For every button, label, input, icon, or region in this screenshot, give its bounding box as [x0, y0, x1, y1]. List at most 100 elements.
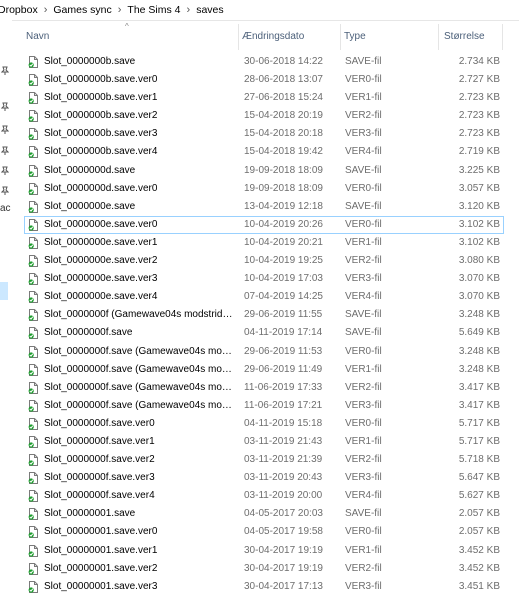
file-row[interactable]: Slot_0000000e.save.ver1 10-04-2019 20:21 V…: [24, 234, 504, 252]
column-divider[interactable]: [238, 24, 239, 50]
file-name: Slot_0000000b.save.ver1: [44, 92, 158, 104]
file-name: Slot_0000000b.save.ver4: [44, 146, 158, 158]
file-row[interactable]: Slot_00000001.save.ver1 30-04-2017 19:19 V…: [24, 542, 504, 560]
file-type: SAVE-fil: [345, 56, 382, 67]
file-type: SAVE-fil: [345, 309, 382, 321]
synced-file-icon: [28, 472, 39, 485]
file-date: 30-04-2017 19:19: [244, 562, 323, 574]
file-row[interactable]: Slot_0000000f (Gamewave04s modstride... 2…: [24, 306, 504, 324]
file-name: Slot_0000000b.save.ver2: [44, 110, 158, 122]
file-type: VER0-fil: [345, 218, 382, 230]
file-type: SAVE-fil: [345, 200, 382, 212]
file-row[interactable]: Slot_0000000e.save.ver4 07-04-2019 14:25 V…: [24, 288, 504, 306]
chevron-right-icon[interactable]: ›: [112, 4, 128, 16]
file-row[interactable]: Slot_0000000e.save.ver0 10-04-2019 20:26 V…: [24, 215, 504, 234]
file-type: VER3-fil: [345, 128, 382, 140]
file-row[interactable]: Slot_0000000b.save.ver3 15-04-2018 20:18 V…: [24, 125, 504, 143]
synced-file-icon: [28, 291, 39, 304]
file-row[interactable]: Slot_00000001.save 04-05-2017 20:03 SAVE-f…: [24, 505, 504, 523]
file-row[interactable]: Slot_0000000e.save 13-04-2019 12:18 SAVE-f…: [24, 198, 504, 216]
breadcrumb: Dropbox › Games sync › The Sims 4 › save…: [0, 0, 532, 21]
file-size: 3.057 KB: [458, 182, 500, 194]
file-name: Slot_0000000f.save (Gamewave04s mods...: [44, 363, 236, 375]
file-row[interactable]: Slot_0000000b.save.ver2 15-04-2018 20:19 V…: [24, 107, 504, 125]
file-list[interactable]: Slot_0000000b.save 30-06-2018 14:22 SAVE-f…: [24, 53, 504, 600]
file-row[interactable]: Slot_0000000f.save.ver1 03-11-2019 21:43 V…: [24, 433, 504, 451]
chevron-right-icon[interactable]: ›: [181, 4, 197, 16]
file-size: 3.452 KB: [458, 544, 500, 556]
file-row[interactable]: Slot_0000000e.save.ver3 10-04-2019 17:03 V…: [24, 270, 504, 288]
file-size: 3.120 KB: [458, 200, 500, 212]
file-size: 5.718 KB: [458, 454, 500, 466]
file-row[interactable]: Slot_0000000f.save.ver2 03-11-2019 21:39 V…: [24, 451, 504, 469]
breadcrumb-item-saves[interactable]: saves: [196, 4, 223, 16]
file-row[interactable]: Slot_0000000e.save.ver2 10-04-2019 19:25 V…: [24, 252, 504, 270]
file-date: 15-04-2018 20:19: [244, 110, 323, 122]
breadcrumb-item-games-sync[interactable]: Games sync: [53, 4, 111, 16]
file-type: VER1-fil: [345, 363, 382, 375]
file-row[interactable]: Slot_0000000b.save.ver1 27-06-2018 15:24 V…: [24, 89, 504, 107]
column-divider[interactable]: [438, 24, 439, 50]
file-date: 03-11-2019 21:43: [244, 435, 323, 447]
column-header-date[interactable]: Ændringsdato: [242, 24, 304, 50]
file-type: VER0-fil: [345, 526, 382, 538]
file-row[interactable]: Slot_0000000b.save.ver0 28-06-2018 13:07 V…: [24, 71, 504, 89]
file-row[interactable]: Slot_0000000d.save 19-09-2018 18:09 SAVE-f…: [24, 162, 504, 180]
synced-file-icon: [28, 435, 39, 448]
pin-icon: [1, 66, 9, 76]
nav-selected-item[interactable]: [0, 282, 8, 300]
file-type: VER2-fil: [345, 110, 382, 122]
file-date: 04-11-2019 15:18: [244, 417, 323, 429]
file-type: VER0-fil: [345, 345, 382, 357]
file-row[interactable]: Slot_0000000d.save.ver0 19-09-2018 18:09 V…: [24, 180, 504, 198]
file-size: 3.452 KB: [458, 562, 500, 574]
file-name: Slot_0000000f.save.ver0: [44, 417, 155, 429]
vertical-scrollbar[interactable]: [519, 20, 532, 600]
file-row[interactable]: Slot_0000000b.save.ver4 15-04-2018 19:42 V…: [24, 143, 504, 161]
file-row[interactable]: Slot_0000000b.save 30-06-2018 14:22 SAVE-f…: [24, 53, 504, 71]
breadcrumb-item-dropbox[interactable]: Dropbox: [0, 4, 38, 16]
pin-icon: [1, 125, 9, 135]
column-divider[interactable]: [340, 24, 341, 50]
file-type: SAVE-fil: [345, 327, 382, 339]
file-size: 2.727 KB: [458, 74, 500, 86]
navigation-pane[interactable]: ac: [0, 20, 12, 600]
file-row[interactable]: Slot_0000000f.save.ver0 04-11-2019 15:18 V…: [24, 415, 504, 433]
file-row[interactable]: Slot_0000000f.save (Gamewave04s mods... 2…: [24, 361, 504, 379]
file-type: VER2-fil: [345, 381, 382, 393]
file-row[interactable]: Slot_00000001.save.ver3 30-04-2017 17:13 V…: [24, 578, 504, 596]
column-header-size[interactable]: Størrelse: [444, 24, 485, 50]
file-name: Slot_00000001.save.ver1: [44, 544, 158, 556]
file-row[interactable]: Slot_0000000f.save 04-11-2019 17:14 SAVE-f…: [24, 324, 504, 342]
nav-item-label[interactable]: ac: [0, 203, 11, 214]
file-row[interactable]: Slot_0000000f.save (Gamewave04s mods... 1…: [24, 397, 504, 415]
file-row[interactable]: Slot_0000000f.save.ver3 03-11-2019 20:43 V…: [24, 469, 504, 487]
pin-icon: [1, 146, 9, 156]
file-row[interactable]: Slot_00000001.save.ver0 04-05-2017 19:58 V…: [24, 523, 504, 541]
file-date: 28-06-2018 13:07: [244, 74, 323, 86]
file-name: Slot_00000001.save: [44, 508, 136, 520]
column-header-type[interactable]: Type: [344, 24, 366, 50]
column-header-name[interactable]: Navn: [26, 24, 49, 50]
file-name: Slot_0000000f.save.ver2: [44, 454, 155, 466]
column-divider[interactable]: [502, 24, 503, 50]
pin-icon: [1, 102, 9, 112]
file-name: Slot_00000001.save.ver3: [44, 580, 158, 592]
file-size: 3.248 KB: [458, 309, 500, 321]
file-type: VER0-fil: [345, 182, 382, 194]
file-row[interactable]: Slot_0000000f.save.ver4 03-11-2019 20:00 V…: [24, 487, 504, 505]
file-type: VER1-fil: [345, 435, 382, 447]
file-type: SAVE-fil: [345, 508, 382, 520]
file-name: Slot_0000000e.save.ver0: [44, 218, 158, 230]
file-size: 3.102 KB: [458, 218, 500, 230]
file-date: 10-04-2019 20:26: [244, 218, 323, 230]
synced-file-icon: [28, 218, 39, 231]
breadcrumb-item-the-sims-4[interactable]: The Sims 4: [127, 4, 180, 16]
chevron-right-icon[interactable]: ›: [38, 4, 54, 16]
synced-file-icon: [28, 92, 39, 105]
file-row[interactable]: Slot_00000001.save.ver2 30-04-2017 19:19 V…: [24, 560, 504, 578]
file-row[interactable]: Slot_0000000f.save (Gamewave04s mods... 2…: [24, 343, 504, 361]
file-row[interactable]: Slot_0000000f.save (Gamewave04s mods... 1…: [24, 379, 504, 397]
file-name: Slot_0000000e.save.ver4: [44, 291, 158, 303]
synced-file-icon: [28, 562, 39, 575]
